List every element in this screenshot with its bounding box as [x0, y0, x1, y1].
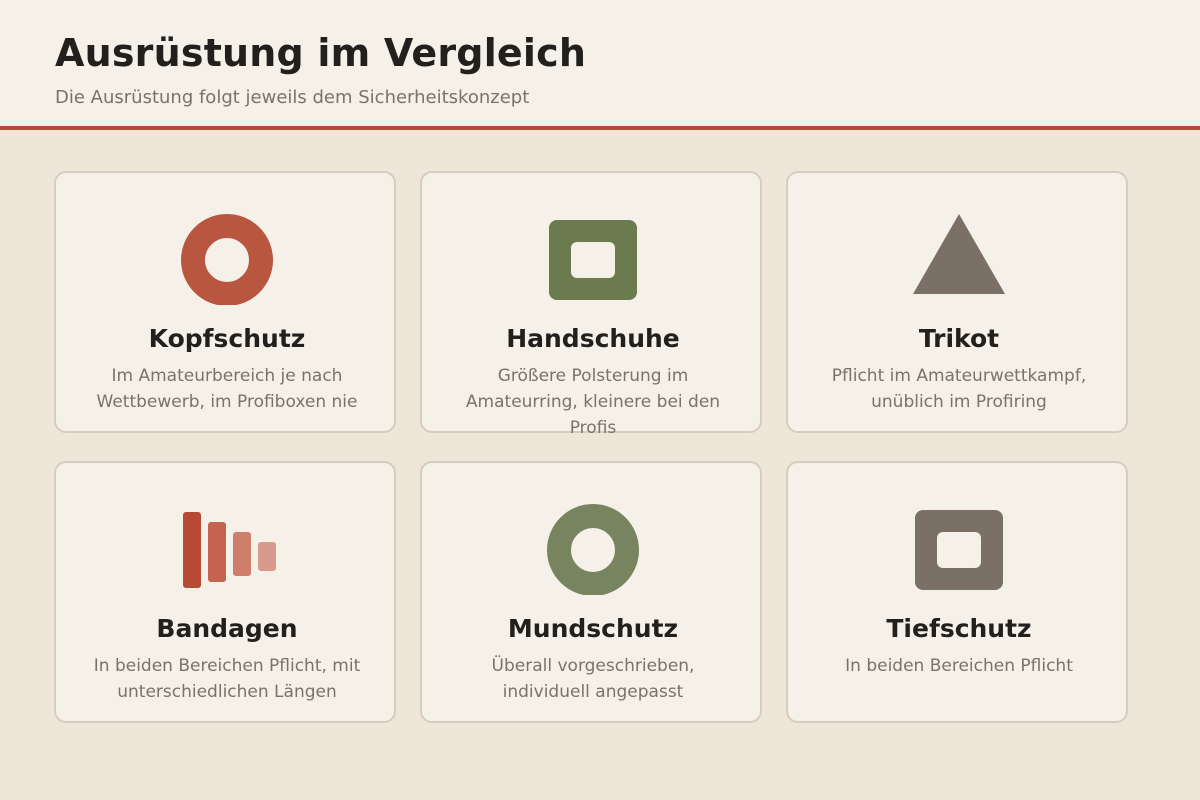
card-title: Handschuhe — [506, 324, 680, 353]
ring-icon — [56, 205, 398, 305]
page-title: Ausrüstung im Vergleich — [55, 31, 587, 75]
card-title: Kopfschutz — [148, 324, 306, 353]
square-frame-icon — [422, 205, 764, 305]
card-description: In beiden Bereichen Pflicht — [845, 656, 1073, 676]
bars-icon — [56, 495, 398, 595]
card-description: Im Amateurbereich je nach Wettbewerb, im… — [96, 366, 358, 412]
card-description: Überall vorgeschrieben, individuell ange… — [491, 656, 695, 702]
card-title: Bandagen — [156, 614, 298, 643]
page-header: Ausrüstung im Vergleich Die Ausrüstung f… — [0, 0, 1200, 126]
card-description: In beiden Bereichen Pflicht, mit untersc… — [93, 656, 361, 702]
card-title: Mundschutz — [507, 614, 679, 643]
card-kopfschutz: Kopfschutz Im Amateurbereich je nach Wet… — [54, 171, 396, 433]
page-subtitle: Die Ausrüstung folgt jeweils dem Sicherh… — [55, 87, 530, 108]
card-description: Größere Polsterung im Amateurring, klein… — [465, 366, 721, 438]
card-description: Pflicht im Amateurwettkampf, unüblich im… — [831, 366, 1087, 412]
square-frame-icon — [788, 495, 1130, 595]
card-title: Tiefschutz — [886, 614, 1032, 643]
card-mundschutz: Mundschutz Überall vorgeschrieben, indiv… — [420, 461, 762, 723]
ring-icon — [422, 495, 764, 595]
card-tiefschutz: Tiefschutz In beiden Bereichen Pflicht — [786, 461, 1128, 723]
card-trikot: Trikot Pflicht im Amateurwettkampf, unüb… — [786, 171, 1128, 433]
card-handschuhe: Handschuhe Größere Polsterung im Amateur… — [420, 171, 764, 438]
header-divider — [0, 126, 1200, 130]
card-title: Trikot — [918, 324, 1000, 353]
triangle-icon — [788, 205, 1130, 305]
card-bandagen: Bandagen In beiden Bereichen Pflicht, mi… — [54, 461, 396, 723]
